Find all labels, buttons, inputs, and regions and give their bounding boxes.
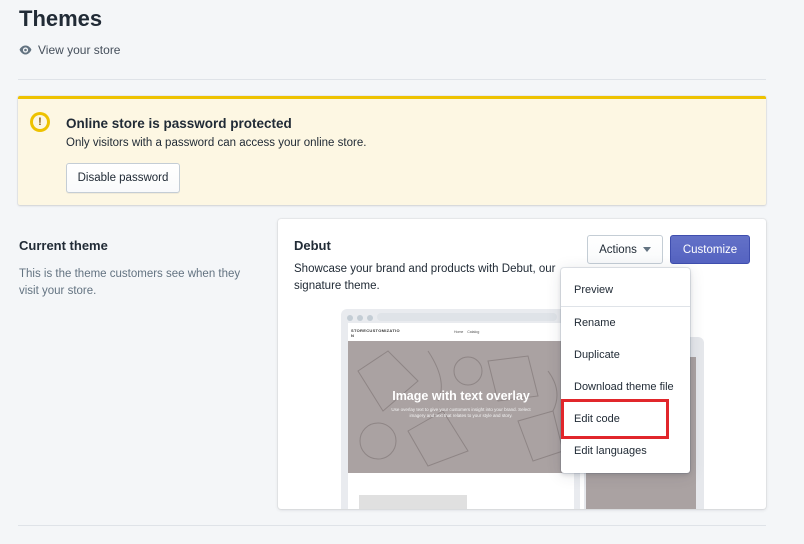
customize-button[interactable]: Customize <box>670 235 750 264</box>
actions-label[interactable]: Actions <box>599 244 637 256</box>
view-store-link[interactable]: View your store <box>19 43 120 57</box>
preview-page: STORECUSTOMIZATIO N Home Catalog Image w… <box>348 323 574 509</box>
preview-store-name: STORECUSTOMIZATIO N <box>351 328 400 338</box>
caret-down-icon <box>642 247 651 252</box>
banner-title: Online store is password protected <box>66 116 292 131</box>
theme-name: Debut <box>294 238 331 253</box>
theme-card: Debut Showcase your brand and products w… <box>278 219 766 509</box>
preview-nav: Home Catalog <box>454 330 479 334</box>
preview-hero: Image with text overlay Use overlay text… <box>348 341 574 473</box>
preview-content-block <box>359 495 467 509</box>
preview-hero-text: Use overlay text to give your customers … <box>391 407 531 418</box>
edit-code-highlight <box>561 399 669 439</box>
menu-item-rename[interactable]: Rename <box>574 317 616 329</box>
view-store-label[interactable]: View your store <box>38 43 120 57</box>
alert-circle-icon: ! <box>30 112 50 132</box>
menu-divider <box>561 306 690 307</box>
alert-glyph: ! <box>33 115 47 129</box>
disable-password-button[interactable]: Disable password <box>66 163 180 193</box>
window-dot <box>357 315 363 321</box>
preview-nav-catalog: Catalog <box>467 330 480 334</box>
banner-text: Only visitors with a password can access… <box>66 137 367 149</box>
window-dot <box>367 315 373 321</box>
url-bar <box>377 313 557 321</box>
current-theme-heading: Current theme <box>19 238 108 253</box>
menu-item-edit-languages[interactable]: Edit languages <box>574 445 647 457</box>
current-theme-description: This is the theme customers see when the… <box>19 268 241 297</box>
preview-nav-home: Home <box>454 330 464 334</box>
menu-item-download-theme-file[interactable]: Download theme file <box>574 381 674 393</box>
actions-button[interactable]: Actions <box>587 235 663 264</box>
menu-item-preview[interactable]: Preview <box>574 284 613 296</box>
theme-description: Showcase your brand and products with De… <box>294 263 556 292</box>
password-banner: ! Online store is password protected Onl… <box>18 96 766 205</box>
eye-icon <box>19 45 32 55</box>
header-divider <box>18 79 766 80</box>
menu-item-duplicate[interactable]: Duplicate <box>574 349 620 361</box>
bottom-divider <box>18 525 766 526</box>
window-dot <box>347 315 353 321</box>
actions-menu: Preview Rename Duplicate Download theme … <box>561 268 690 473</box>
preview-hero-title: Image with text overlay <box>392 389 530 403</box>
page-title: Themes <box>19 6 103 31</box>
